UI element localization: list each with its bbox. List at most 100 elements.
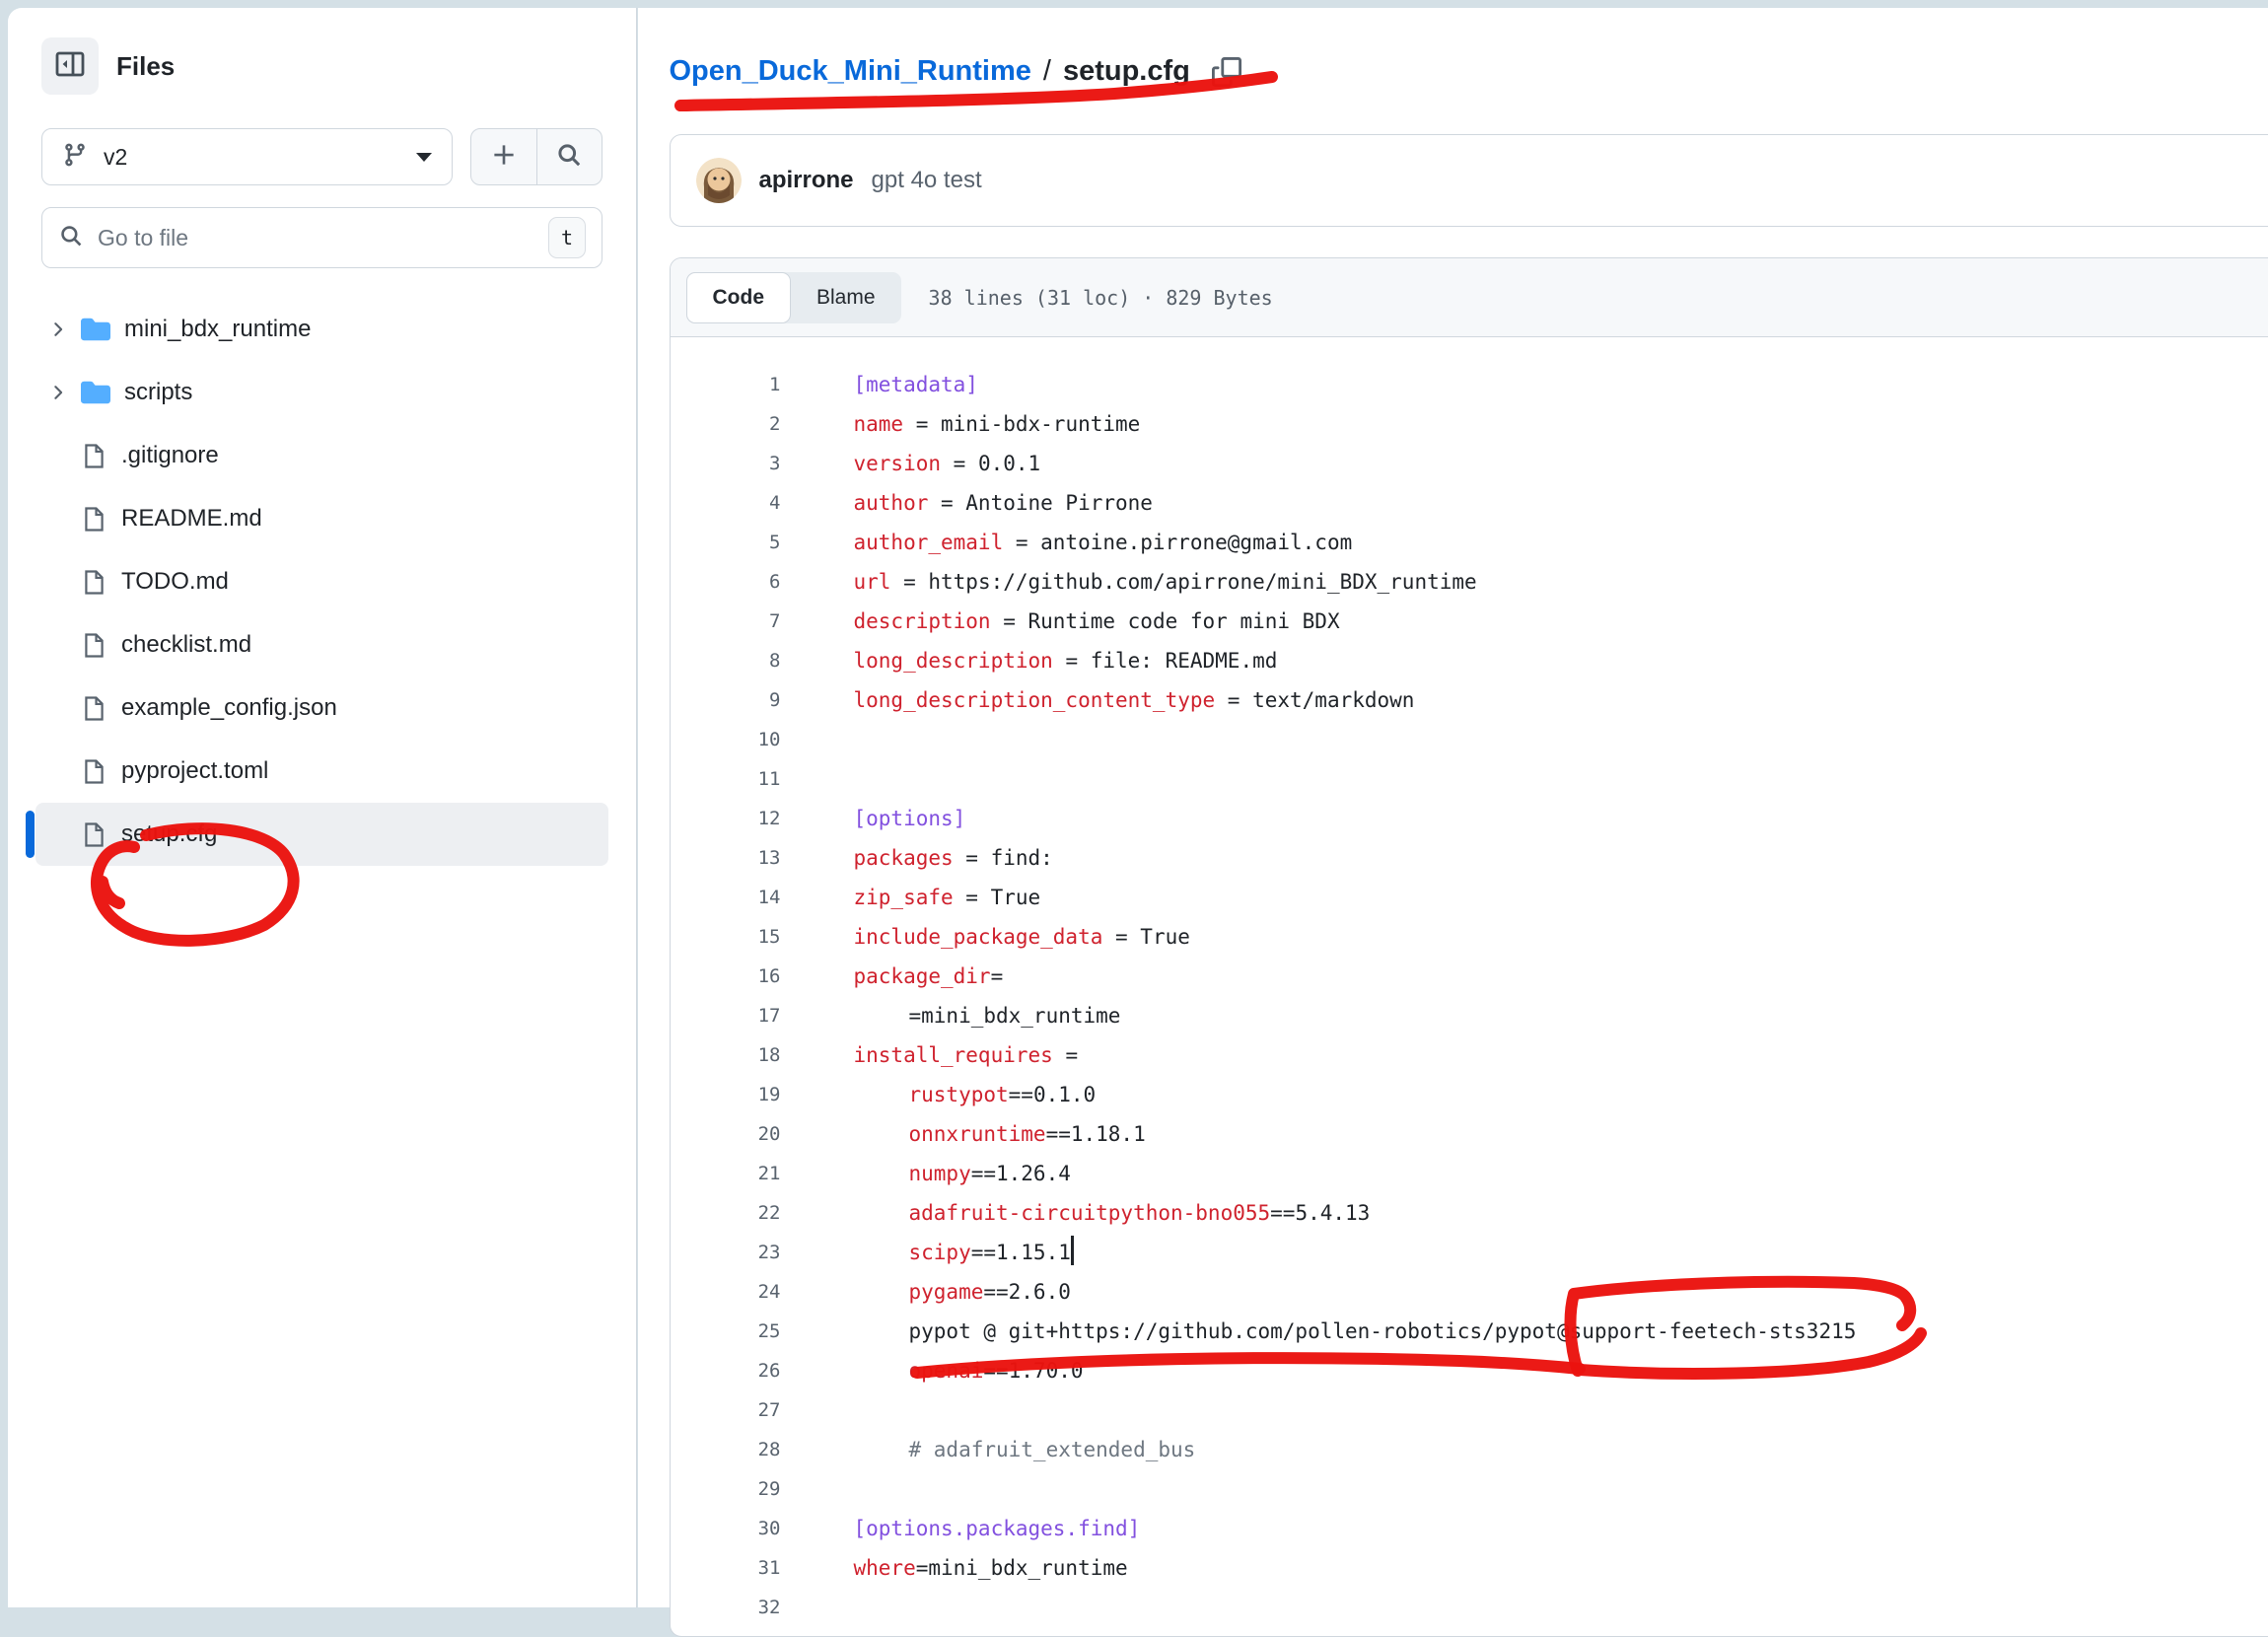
line-number[interactable]: 18 (671, 1035, 781, 1075)
line-number[interactable]: 22 (671, 1193, 781, 1233)
code-line-text: version = 0.0.1 (854, 444, 1041, 483)
code-line: 12[options] (671, 799, 2268, 838)
line-number[interactable]: 13 (671, 838, 781, 878)
code-line: 22 adafruit-circuitpython-bno055==5.4.13 (671, 1193, 2268, 1233)
code-line-text: name = mini-bdx-runtime (854, 404, 1141, 444)
code-line: 32 (671, 1588, 2268, 1627)
code-line: 9long_description_content_type = text/ma… (671, 680, 2268, 720)
code-token: = Antoine Pirrone (928, 491, 1153, 515)
tree-item-label: setup.cfg (121, 820, 217, 848)
code-line-text: zip_safe = True (854, 878, 1041, 917)
avatar[interactable] (696, 158, 742, 203)
go-to-file-input[interactable]: Go to file t (41, 207, 602, 268)
code-line-text: pygame==2.6.0 (909, 1272, 1071, 1312)
line-number[interactable]: 7 (671, 602, 781, 641)
line-number[interactable]: 11 (671, 759, 781, 799)
branch-selector[interactable]: v2 (41, 128, 453, 185)
file-tree-sidebar: Files v2 Go to file (8, 8, 637, 1607)
line-number[interactable]: 19 (671, 1075, 781, 1114)
sidebar-header: Files (41, 37, 636, 95)
tab-code[interactable]: Code (686, 272, 792, 323)
line-number[interactable]: 4 (671, 483, 781, 523)
line-number[interactable]: 28 (671, 1430, 781, 1469)
code-line: 23 scipy==1.15.1 (671, 1233, 2268, 1272)
line-number[interactable]: 31 (671, 1548, 781, 1588)
code-token: = mini-bdx-runtime (903, 412, 1140, 436)
line-number[interactable]: 29 (671, 1469, 781, 1509)
code-line: 28# adafruit_extended_bus (671, 1430, 2268, 1469)
line-number[interactable]: 12 (671, 799, 781, 838)
line-number[interactable]: 15 (671, 917, 781, 957)
tree-item-label: .gitignore (121, 442, 219, 469)
code-line-text: adafruit-circuitpython-bno055==5.4.13 (909, 1193, 1371, 1233)
collapse-sidebar-button[interactable] (41, 37, 99, 95)
code-token: name (854, 412, 904, 436)
chevron-right-icon[interactable] (43, 382, 71, 403)
tree-item-example-config-json[interactable]: example_config.json (35, 676, 608, 740)
line-number[interactable]: 5 (671, 523, 781, 562)
line-number[interactable]: 23 (671, 1233, 781, 1272)
line-number[interactable]: 26 (671, 1351, 781, 1390)
code-token: onnxruntime (909, 1122, 1046, 1146)
line-number[interactable]: 14 (671, 878, 781, 917)
code-line-text: packages = find: (854, 838, 1053, 878)
line-number[interactable]: 17 (671, 996, 781, 1035)
line-number[interactable]: 30 (671, 1509, 781, 1548)
line-number[interactable]: 9 (671, 680, 781, 720)
breadcrumb-file-name: setup.cfg (1063, 55, 1190, 88)
code-line-text: onnxruntime==1.18.1 (909, 1114, 1146, 1154)
line-number[interactable]: 32 (671, 1588, 781, 1627)
code-line-text: scipy==1.15.1 (909, 1233, 1074, 1272)
plus-icon (490, 141, 518, 174)
code-line: 6url = https://github.com/apirrone/mini_… (671, 562, 2268, 602)
new-file-button[interactable] (471, 129, 536, 184)
code-token: rustypot (909, 1083, 1009, 1106)
code-line: 2 name = mini-bdx-runtime (671, 404, 2268, 444)
code-line: 5author_email = antoine.pirrone@gmail.co… (671, 523, 2268, 562)
files-panel-title: Files (116, 51, 175, 82)
line-number[interactable]: 2 (671, 404, 781, 444)
line-number[interactable]: 27 (671, 1390, 781, 1430)
tree-item-pyproject-toml[interactable]: pyproject.toml (35, 740, 608, 803)
line-number[interactable]: 10 (671, 720, 781, 759)
tree-item-label: pyproject.toml (121, 757, 268, 785)
line-number[interactable]: 8 (671, 641, 781, 680)
line-number[interactable]: 16 (671, 957, 781, 996)
breadcrumb-repo-link[interactable]: Open_Duck_Mini_Runtime (670, 55, 1031, 88)
line-number[interactable]: 1 (671, 365, 781, 404)
file-tree: mini_bdx_runtimescripts .gitignore README.… (35, 298, 608, 866)
code-line: 17=mini_bdx_runtime (671, 996, 2268, 1035)
code-blame-switch: Code Blame (686, 272, 901, 323)
line-number[interactable]: 20 (671, 1114, 781, 1154)
chevron-right-icon[interactable] (43, 319, 71, 340)
line-number[interactable]: 24 (671, 1272, 781, 1312)
line-number[interactable]: 21 (671, 1154, 781, 1193)
tree-item-readme-md[interactable]: README.md (35, 487, 608, 550)
search-tree-button[interactable] (536, 129, 602, 184)
code-token: =mini_bdx_runtime (916, 1556, 1128, 1580)
code-token: description (854, 609, 991, 633)
code-token: ==1.70.0 (983, 1359, 1083, 1383)
git-branch-icon (62, 142, 88, 173)
file-viewer-header: Code Blame 38 lines (31 loc) · 829 Bytes (671, 258, 2268, 337)
line-number[interactable]: 3 (671, 444, 781, 483)
code-line-text: [metadata] (854, 365, 978, 404)
commit-author[interactable]: apirrone (759, 167, 854, 194)
code-line-text: openai==1.70.0 (909, 1351, 1084, 1390)
tab-blame[interactable]: Blame (791, 272, 901, 323)
tree-item-scripts[interactable]: scripts (35, 361, 608, 424)
code-token: = True (1102, 925, 1190, 949)
copy-path-icon[interactable] (1212, 57, 1241, 87)
code-line-text: where=mini_bdx_runtime (854, 1548, 1128, 1588)
tree-item-setup-cfg[interactable]: setup.cfg (35, 803, 608, 866)
code-line-text: long_description = file: README.md (854, 641, 1278, 680)
code-line-text: package_dir= (854, 957, 1004, 996)
tree-item--gitignore[interactable]: .gitignore (35, 424, 608, 487)
tree-item-label: scripts (124, 379, 192, 406)
tree-item-mini-bdx-runtime[interactable]: mini_bdx_runtime (35, 298, 608, 361)
line-number[interactable]: 6 (671, 562, 781, 602)
line-number[interactable]: 25 (671, 1312, 781, 1351)
folder-icon (81, 315, 110, 344)
tree-item-todo-md[interactable]: TODO.md (35, 550, 608, 613)
tree-item-checklist-md[interactable]: checklist.md (35, 613, 608, 676)
